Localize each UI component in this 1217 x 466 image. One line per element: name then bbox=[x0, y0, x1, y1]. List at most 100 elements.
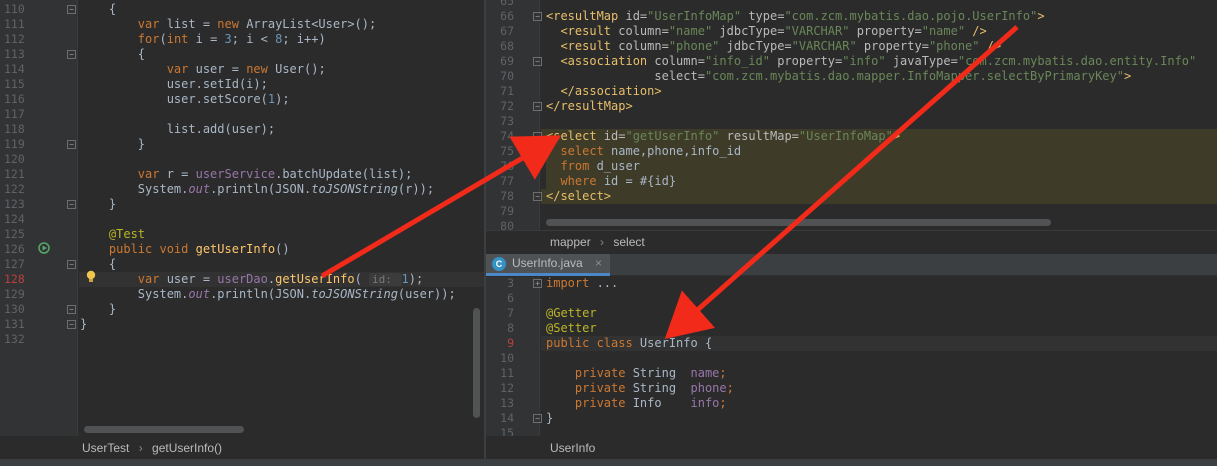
run-test-icon[interactable] bbox=[38, 242, 50, 254]
token: column= bbox=[618, 39, 669, 53]
xml-editor-pane[interactable]: 65 66 <resultMap id="UserInfoMap" type="co… bbox=[486, 0, 1217, 230]
code-line[interactable]: 7 @Getter bbox=[486, 306, 1217, 321]
fold-icon[interactable]: − bbox=[67, 140, 76, 149]
code-line[interactable]: 14} bbox=[486, 411, 1217, 426]
code-line[interactable]: 116 user.setScore(1); bbox=[0, 92, 484, 107]
code-text: @Getter bbox=[546, 306, 597, 321]
code-text: } bbox=[80, 302, 116, 317]
java-editor-pane[interactable]: 3 import ... 6 7 @Getter 8 @Setter 9 public clas… bbox=[486, 277, 1217, 436]
fold-icon[interactable]: − bbox=[67, 305, 76, 314]
fold-icon[interactable]: − bbox=[533, 12, 542, 21]
line-number: 76 bbox=[500, 159, 514, 173]
token: list.add(user); bbox=[166, 122, 276, 136]
code-line[interactable]: 74 <select id="getUserInfo" resultMap="Us… bbox=[486, 129, 1217, 144]
code-line[interactable]: 6 bbox=[486, 291, 1217, 306]
close-icon[interactable]: × bbox=[595, 254, 602, 273]
code-line[interactable]: 13 private Info info; bbox=[486, 396, 1217, 411]
code-line[interactable]: 72 </resultMap> bbox=[486, 99, 1217, 114]
fold-icon[interactable]: − bbox=[533, 192, 542, 201]
code-line[interactable]: 75 select name,phone,info_id bbox=[486, 144, 1217, 159]
code-line[interactable]: 115 user.setId(i); bbox=[0, 77, 484, 92]
code-line[interactable]: 65 bbox=[486, 0, 1217, 9]
fold-icon[interactable]: − bbox=[67, 320, 76, 329]
token: ; i < bbox=[231, 32, 276, 46]
fold-icon[interactable]: + bbox=[533, 279, 542, 288]
token: name bbox=[690, 366, 720, 380]
breadcrumb-class[interactable]: UserTest bbox=[82, 441, 129, 455]
line-number: 132 bbox=[4, 332, 25, 346]
tab-userinfo-java[interactable]: C UserInfo.java × bbox=[486, 254, 610, 276]
fold-icon[interactable]: − bbox=[67, 260, 76, 269]
code-line[interactable]: 3 import ... bbox=[486, 277, 1217, 291]
code-line[interactable]: 112 for(int i = 3; i < 8; i++) bbox=[0, 32, 484, 47]
breadcrumb-userinfo[interactable]: UserInfo bbox=[550, 441, 595, 455]
code-line[interactable]: 71 </association> bbox=[486, 84, 1217, 99]
code-line[interactable]: 68 <result column="phone" jdbcType="VARC… bbox=[486, 39, 1217, 54]
left-editor-pane[interactable]: 110 {111 var list = new ArrayList<User>(… bbox=[0, 0, 484, 436]
fold-icon[interactable]: − bbox=[533, 414, 542, 423]
code-line[interactable]: 76 from d_user bbox=[486, 159, 1217, 174]
code-line[interactable]: 120 bbox=[0, 152, 484, 167]
code-line[interactable]: 9 public class UserInfo { bbox=[486, 336, 1217, 351]
left-vertical-scrollbar[interactable] bbox=[473, 308, 480, 418]
token: ... bbox=[596, 277, 619, 290]
code-line[interactable]: 12 private String phone; bbox=[486, 381, 1217, 396]
code-line[interactable]: 114 var user = new User(); bbox=[0, 62, 484, 77]
code-text: { bbox=[80, 2, 116, 17]
code-line[interactable]: 78 </select> bbox=[486, 189, 1217, 204]
fold-icon[interactable]: − bbox=[533, 102, 542, 111]
code-line[interactable]: 121 var r = userService.batchUpdate(list… bbox=[0, 167, 484, 182]
code-line[interactable]: 129 System.out.println(JSON.toJSONString… bbox=[0, 287, 484, 302]
code-line[interactable]: 117 bbox=[0, 107, 484, 122]
token: ; bbox=[719, 366, 727, 380]
code-line[interactable]: 10 bbox=[486, 351, 1217, 366]
code-line[interactable]: 67 <result column="name" jdbcType="VARCH… bbox=[486, 24, 1217, 39]
line-number: 68 bbox=[500, 39, 514, 53]
code-line[interactable]: 69 <association column="info_id" propert… bbox=[486, 54, 1217, 69]
code-line[interactable]: 70 select="com.zcm.mybatis.dao.mapper.In… bbox=[486, 69, 1217, 84]
line-number: 123 bbox=[4, 197, 25, 211]
fold-icon[interactable]: − bbox=[533, 132, 542, 141]
code-line[interactable]: 15 bbox=[486, 426, 1217, 436]
code-line[interactable]: 8 @Setter bbox=[486, 321, 1217, 336]
fold-icon[interactable]: − bbox=[67, 50, 76, 59]
fold-icon[interactable]: − bbox=[67, 5, 76, 14]
line-number: 126 bbox=[4, 242, 25, 256]
xml-horizontal-scrollbar[interactable] bbox=[546, 219, 1051, 226]
code-line[interactable]: 73 bbox=[486, 114, 1217, 129]
code-line[interactable]: 79 bbox=[486, 204, 1217, 219]
token: private bbox=[574, 396, 633, 410]
fold-icon[interactable]: − bbox=[67, 200, 76, 209]
code-text: list.add(user); bbox=[80, 122, 275, 137]
breadcrumb-mapper[interactable]: mapper bbox=[550, 235, 591, 249]
code-line[interactable]: 118 list.add(user); bbox=[0, 122, 484, 137]
code-line[interactable]: 11 private String name; bbox=[486, 366, 1217, 381]
token: ); bbox=[275, 92, 290, 106]
code-line[interactable]: 66 <resultMap id="UserInfoMap" type="com.… bbox=[486, 9, 1217, 24]
code-line[interactable]: 122 System.out.println(JSON.toJSONString… bbox=[0, 182, 484, 197]
breadcrumb-method[interactable]: getUserInfo() bbox=[152, 441, 222, 455]
token: String bbox=[632, 366, 691, 380]
code-line[interactable]: 125 @Test bbox=[0, 227, 484, 242]
code-line[interactable]: 124 bbox=[0, 212, 484, 227]
token: System. bbox=[137, 182, 189, 196]
fold-icon[interactable]: − bbox=[533, 57, 542, 66]
code-line[interactable]: 128 var user = userDao.getUserInfo( id: … bbox=[0, 272, 484, 287]
code-text: private String phone; bbox=[546, 381, 734, 396]
code-line[interactable]: 77 where id = #{id} bbox=[486, 174, 1217, 189]
token: User(); bbox=[275, 62, 326, 76]
line-number: 119 bbox=[4, 137, 25, 151]
code-line[interactable]: 132 bbox=[0, 332, 484, 347]
code-text: var list = new ArrayList<User>(); bbox=[80, 17, 376, 32]
code-line[interactable]: 126 public void getUserInfo() bbox=[0, 242, 484, 257]
breadcrumb-select[interactable]: select bbox=[613, 235, 644, 249]
code-line[interactable]: 111 var list = new ArrayList<User>(); bbox=[0, 17, 484, 32]
token: <association bbox=[560, 54, 655, 68]
token: jdbcType= bbox=[726, 39, 792, 53]
left-horizontal-scrollbar[interactable] bbox=[84, 426, 244, 433]
line-number: 75 bbox=[500, 144, 514, 158]
xml-breadcrumb: mapper › select bbox=[486, 230, 1217, 254]
token: > bbox=[892, 129, 901, 143]
lightbulb-icon[interactable] bbox=[86, 270, 96, 284]
